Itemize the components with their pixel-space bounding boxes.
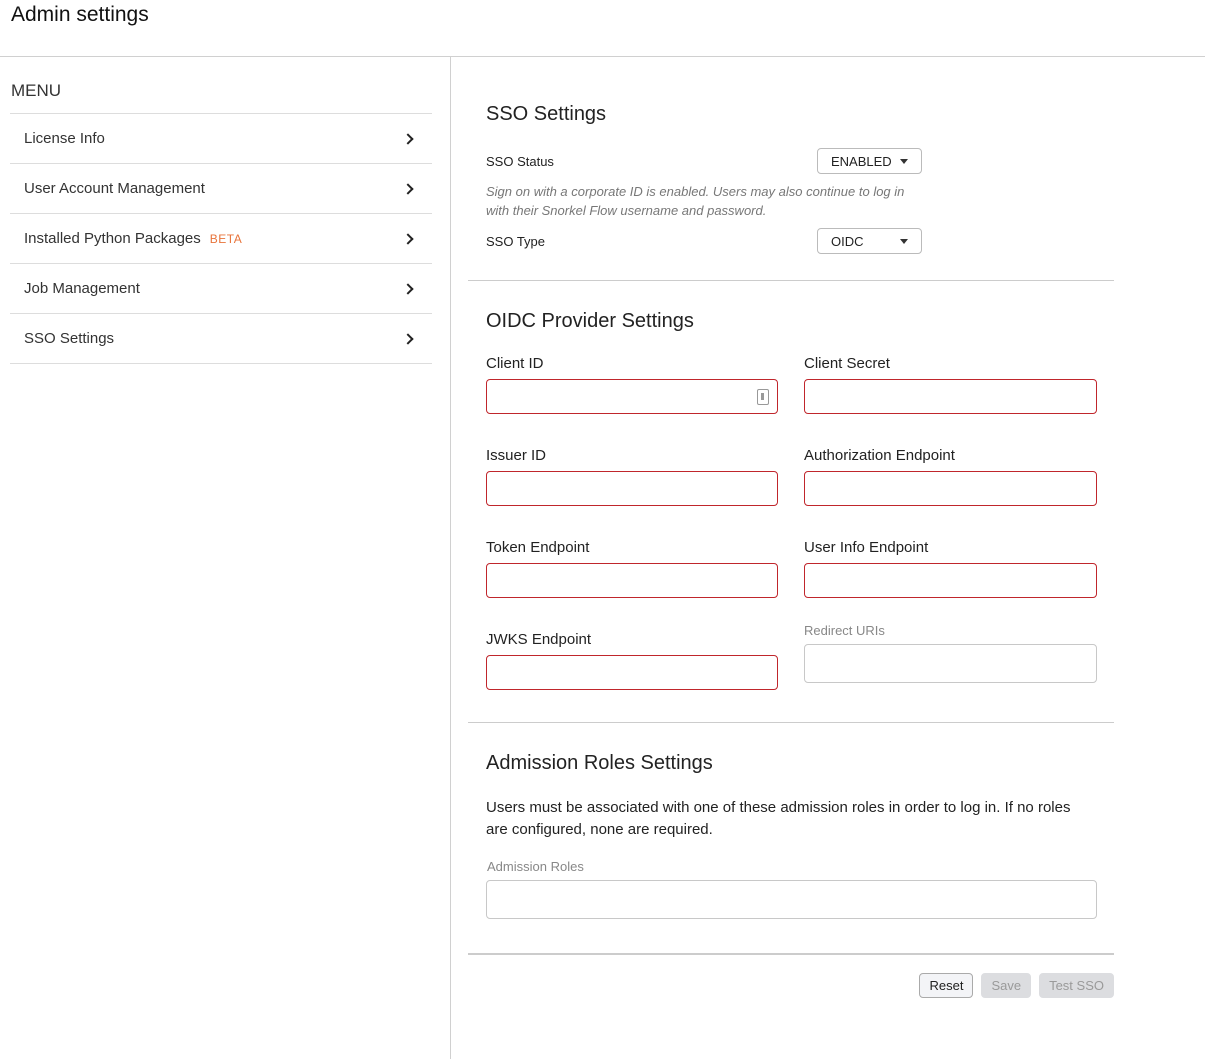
oidc-section: OIDC Provider Settings Client ID Client …	[468, 281, 1114, 723]
authorization-endpoint-label: Authorization Endpoint	[804, 447, 955, 464]
sso-settings-section: SSO Settings SSO Status ENABLED Sign on …	[468, 57, 1114, 281]
chevron-right-icon	[402, 182, 414, 195]
sidebar-item-license-info[interactable]: License Info	[10, 114, 432, 164]
chevron-right-icon	[402, 282, 414, 295]
sso-status-note: Sign on with a corporate ID is enabled. …	[486, 184, 905, 218]
sidebar-item-label: SSO Settings	[24, 330, 115, 347]
sidebar: MENU License Info User Account Managemen…	[0, 57, 451, 1059]
user-info-endpoint-label: User Info Endpoint	[804, 539, 929, 556]
admission-roles-section: Admission Roles Settings Users must be a…	[468, 723, 1114, 955]
admission-roles-label: Admission Roles	[487, 859, 584, 874]
sidebar-item-sso-settings[interactable]: SSO Settings	[10, 314, 432, 364]
client-secret-label: Client Secret	[804, 355, 890, 372]
sidebar-item-installed-python-packages[interactable]: Installed Python Packages BETA	[10, 214, 432, 264]
redirect-uris-input[interactable]	[804, 644, 1097, 683]
token-endpoint-label: Token Endpoint	[486, 539, 590, 556]
test-sso-button[interactable]: Test SSO	[1039, 973, 1114, 998]
section-title: Admission Roles Settings	[486, 752, 713, 774]
save-button[interactable]: Save	[981, 973, 1032, 998]
issuer-id-label: Issuer ID	[486, 447, 547, 464]
client-id-label: Client ID	[486, 355, 544, 372]
client-secret-input[interactable]	[804, 379, 1097, 414]
select-value: ENABLED	[831, 153, 892, 169]
sidebar-item-label: License Info	[24, 130, 105, 147]
token-endpoint-input[interactable]	[486, 563, 778, 598]
authorization-endpoint-input[interactable]	[804, 471, 1097, 506]
chevron-right-icon	[402, 332, 414, 345]
jwks-endpoint-label: JWKS Endpoint	[486, 631, 592, 648]
user-info-endpoint-input[interactable]	[804, 563, 1097, 598]
sso-type-label: SSO Type	[486, 233, 546, 249]
chevron-right-icon	[402, 132, 414, 145]
select-value: OIDC	[831, 233, 864, 249]
reset-button[interactable]: Reset	[919, 973, 974, 998]
admission-description: Users must be associated with one of the…	[486, 799, 1071, 838]
page-header: Admin settings	[0, 0, 1205, 57]
caret-down-icon	[900, 238, 908, 244]
sso-type-select[interactable]: OIDC	[817, 228, 922, 254]
main-content: SSO Settings SSO Status ENABLED Sign on …	[468, 57, 1114, 998]
sidebar-item-label: Installed Python Packages	[24, 230, 201, 247]
sidebar-item-label: User Account Management	[24, 180, 205, 197]
section-title: SSO Settings	[486, 103, 607, 125]
password-manager-icon[interactable]	[757, 389, 769, 405]
sidebar-item-user-account-management[interactable]: User Account Management	[10, 164, 432, 214]
menu-title: MENU	[11, 81, 62, 100]
section-title: OIDC Provider Settings	[486, 310, 694, 332]
sso-status-select[interactable]: ENABLED	[817, 148, 922, 174]
sidebar-item-label: Job Management	[24, 280, 140, 297]
caret-down-icon	[900, 158, 908, 164]
jwks-endpoint-input[interactable]	[486, 655, 778, 690]
redirect-uris-label: Redirect URIs	[804, 623, 885, 638]
sso-status-label: SSO Status	[486, 153, 554, 169]
sidebar-item-job-management[interactable]: Job Management	[10, 264, 432, 314]
chevron-right-icon	[402, 232, 414, 245]
admission-roles-input[interactable]	[486, 880, 1097, 919]
client-id-input[interactable]	[486, 379, 778, 414]
beta-badge: BETA	[209, 232, 243, 246]
issuer-id-input[interactable]	[486, 471, 778, 506]
page-title: Admin settings	[11, 3, 149, 26]
